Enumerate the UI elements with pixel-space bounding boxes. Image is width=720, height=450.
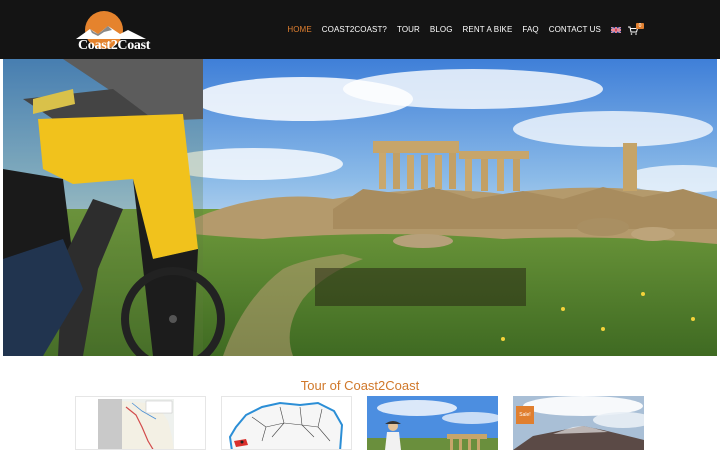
nav-faq[interactable]: FAQ xyxy=(522,25,538,34)
cyclist-at-ruins-thumbnail xyxy=(367,396,498,450)
main-nav: HOME COAST2COAST? TOUR BLOG RENT A BIKE … xyxy=(277,0,644,59)
cart-button[interactable]: 0 xyxy=(628,22,644,37)
nav-tour[interactable]: TOUR xyxy=(397,25,420,34)
tour-card-route-map[interactable] xyxy=(75,396,206,450)
nav-home[interactable]: HOME xyxy=(287,25,311,34)
nav-rent-a-bike[interactable]: RENT A BIKE xyxy=(463,25,513,34)
tour-card-cyclist-ruins[interactable] xyxy=(367,396,498,450)
tour-card-volcano[interactable]: Sale! xyxy=(513,396,644,450)
route-map-thumbnail xyxy=(76,397,205,449)
site-logo[interactable]: Coast2Coast xyxy=(76,9,151,53)
nav-contact-us[interactable]: CONTACT US xyxy=(549,25,601,34)
nav-coast2coast[interactable]: COAST2COAST? xyxy=(322,25,387,34)
uk-flag-icon[interactable] xyxy=(611,26,621,33)
sale-badge: Sale! xyxy=(516,406,534,424)
hero-image xyxy=(3,59,717,356)
site-header: Coast2Coast HOME COAST2COAST? TOUR BLOG … xyxy=(0,0,720,59)
logo-text: Coast2Coast xyxy=(78,38,151,53)
cart-count-badge: 0 xyxy=(636,22,644,29)
hero-illustration xyxy=(3,59,717,356)
island-outline-map-thumbnail xyxy=(222,397,351,449)
section-title: Tour of Coast2Coast xyxy=(300,378,420,393)
hero-caption-box xyxy=(315,268,526,306)
tour-card-island-map[interactable] xyxy=(221,396,352,450)
nav-blog[interactable]: BLOG xyxy=(430,25,453,34)
